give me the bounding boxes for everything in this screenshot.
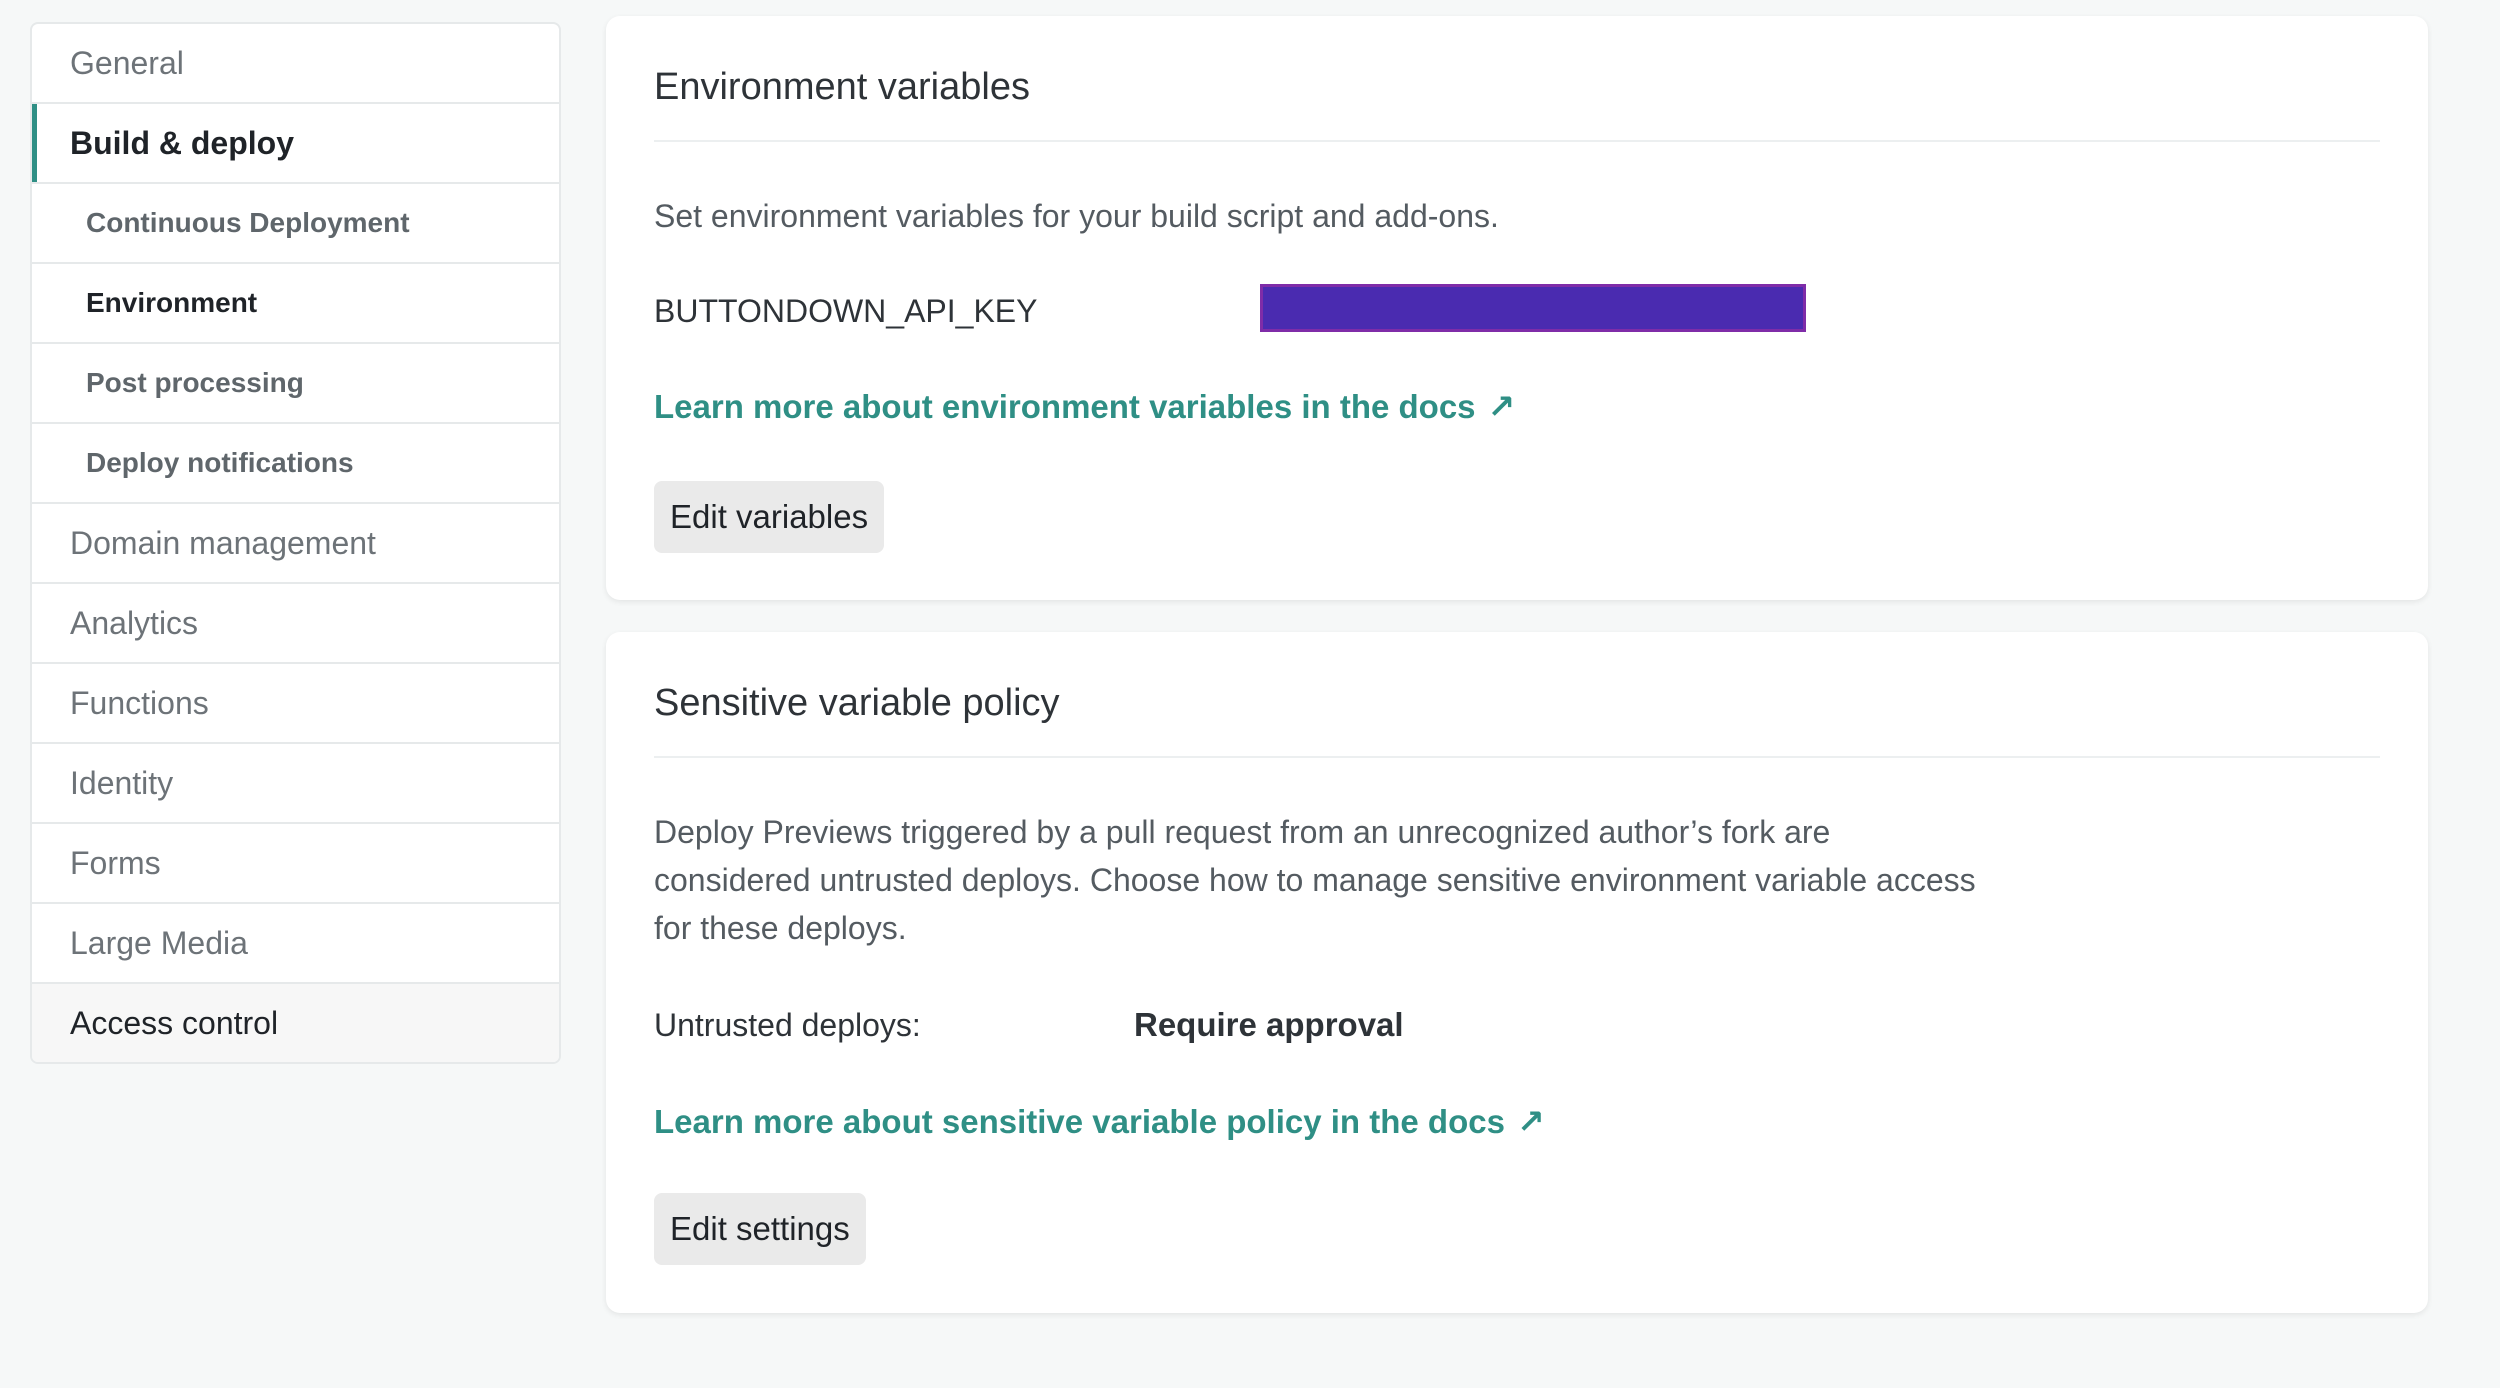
card-title: Environment variables bbox=[654, 66, 1030, 108]
sidebar-item-domain-management[interactable]: Domain management bbox=[32, 504, 559, 584]
untrusted-deploys-value: Require approval bbox=[1134, 1006, 1404, 1043]
external-link-icon: ↗ bbox=[1487, 388, 1516, 425]
card-description: Set environment variables for your build… bbox=[654, 198, 1499, 234]
edit-variables-button[interactable]: Edit variables bbox=[654, 481, 885, 553]
sidebar-item-deploy-notifications[interactable]: Deploy notifications bbox=[32, 424, 559, 504]
divider bbox=[654, 140, 2380, 142]
sidebar-item-continuous-deployment[interactable]: Continuous Deployment bbox=[32, 184, 559, 264]
settings-sidebar: General Build & deploy Continuous Deploy… bbox=[30, 22, 561, 1064]
sidebar-item-environment[interactable]: Environment bbox=[32, 264, 559, 344]
edit-settings-button[interactable]: Edit settings bbox=[654, 1193, 866, 1265]
description-line: for these deploys. bbox=[654, 910, 907, 946]
env-variable-key: BUTTONDOWN_API_KEY bbox=[654, 293, 1038, 329]
sidebar-item-build-deploy[interactable]: Build & deploy bbox=[32, 104, 559, 184]
sidebar-item-forms[interactable]: Forms bbox=[32, 824, 559, 904]
description-line: Deploy Previews triggered by a pull requ… bbox=[654, 814, 1831, 850]
env-docs-link[interactable]: Learn more about environment variables i… bbox=[654, 387, 1515, 426]
policy-docs-link[interactable]: Learn more about sensitive variable poli… bbox=[654, 1102, 1545, 1141]
sidebar-item-identity[interactable]: Identity bbox=[32, 744, 559, 824]
sidebar-item-large-media[interactable]: Large Media bbox=[32, 904, 559, 984]
redacted-variable-value bbox=[1260, 284, 1806, 332]
link-text: Learn more about sensitive variable poli… bbox=[654, 1103, 1505, 1140]
link-text: Learn more about environment variables i… bbox=[654, 388, 1476, 425]
sidebar-item-analytics[interactable]: Analytics bbox=[32, 584, 559, 664]
sidebar-item-general[interactable]: General bbox=[32, 24, 559, 104]
description-line: considered untrusted deploys. Choose how… bbox=[654, 862, 1976, 898]
sidebar-item-functions[interactable]: Functions bbox=[32, 664, 559, 744]
sidebar-item-post-processing[interactable]: Post processing bbox=[32, 344, 559, 424]
card-title: Sensitive variable policy bbox=[654, 682, 1060, 724]
divider bbox=[654, 756, 2380, 758]
card-description: Deploy Previews triggered by a pull requ… bbox=[654, 808, 1976, 952]
sidebar-item-access-control[interactable]: Access control bbox=[32, 984, 559, 1062]
environment-variables-card: Environment variables Set environment va… bbox=[606, 16, 2428, 600]
sensitive-variable-policy-card: Sensitive variable policy Deploy Preview… bbox=[606, 632, 2428, 1313]
untrusted-deploys-label: Untrusted deploys: bbox=[654, 1007, 921, 1043]
external-link-icon: ↗ bbox=[1516, 1103, 1545, 1140]
